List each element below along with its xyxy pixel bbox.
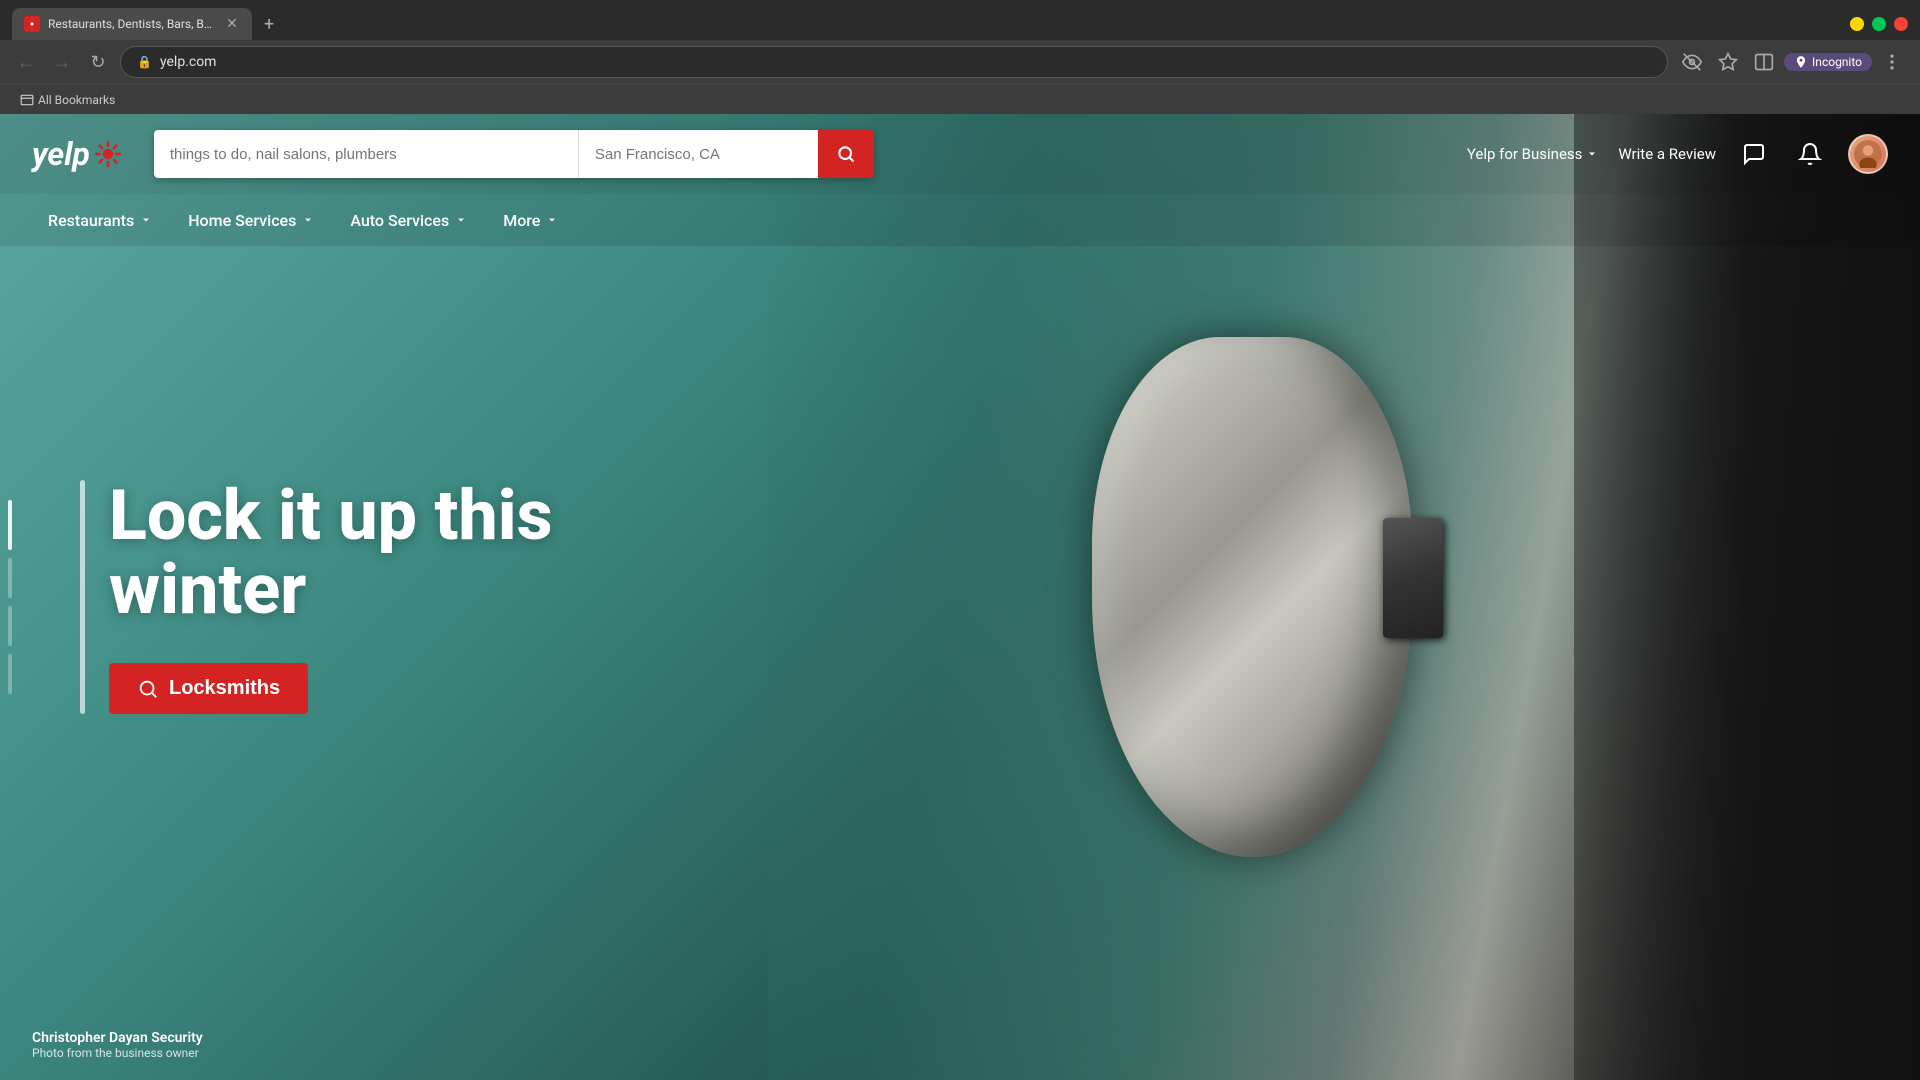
locksmiths-search-icon [137, 678, 159, 700]
messages-icon [1742, 142, 1766, 166]
slide-dot-1[interactable] [8, 500, 12, 550]
search-where-input[interactable] [578, 130, 818, 178]
user-avatar[interactable] [1848, 134, 1888, 174]
search-icon [836, 144, 856, 164]
tab-title: Restaurants, Dentists, Bars, Bea... [48, 17, 216, 31]
chevron-down-icon [1586, 148, 1598, 160]
home-services-chevron-icon [302, 214, 314, 226]
browser-toolbar: ← → ↻ 🔒 yelp.com Incognito [0, 40, 1920, 84]
nav-auto-services-label: Auto Services [350, 211, 449, 230]
yelp-burst-icon [94, 140, 122, 168]
yelp-header: yelp [0, 114, 1920, 194]
avatar-image [1854, 140, 1882, 168]
browser-tab-active[interactable]: Restaurants, Dentists, Bars, Bea... ✕ [12, 8, 252, 40]
tab-bar: Restaurants, Dentists, Bars, Bea... ✕ + [12, 8, 1850, 40]
search-bar [154, 130, 874, 178]
more-chevron-icon [546, 214, 558, 226]
nav-item-more[interactable]: More [487, 203, 574, 238]
locksmiths-button[interactable]: Locksmiths [109, 663, 308, 714]
slide-dot-3[interactable] [8, 606, 12, 646]
split-view-icon[interactable] [1748, 46, 1780, 78]
header-actions: Yelp for Business Write a Review [1467, 134, 1888, 174]
menu-icon[interactable] [1876, 46, 1908, 78]
slide-indicators [8, 500, 12, 694]
bell-icon [1798, 142, 1822, 166]
notifications-icon-button[interactable] [1792, 136, 1828, 172]
slide-dot-2[interactable] [8, 558, 12, 598]
nav-home-services-label: Home Services [188, 211, 296, 230]
window-controls [1850, 17, 1908, 31]
bookmarks-all-item[interactable]: All Bookmarks [12, 91, 123, 109]
yelp-nav: Restaurants Home Services Auto Services … [0, 194, 1920, 246]
eye-icon[interactable] [1676, 46, 1708, 78]
url-text: yelp.com [160, 54, 217, 70]
yelp-page: yelp [0, 114, 1920, 1080]
restaurants-chevron-icon [140, 214, 152, 226]
photo-credit-name: Christopher Dayan Security [32, 1030, 203, 1046]
toolbar-actions: Incognito [1676, 46, 1908, 78]
incognito-badge: Incognito [1784, 53, 1872, 71]
browser-chrome: Restaurants, Dentists, Bars, Bea... ✕ + … [0, 0, 1920, 114]
hero-accent-bar [80, 480, 85, 714]
address-bar[interactable]: 🔒 yelp.com [120, 46, 1668, 78]
close-button[interactable] [1894, 17, 1908, 31]
lock-visual [768, 114, 1920, 1080]
back-button[interactable]: ← [12, 48, 40, 76]
search-what-input[interactable] [154, 130, 578, 178]
slide-dot-4[interactable] [8, 654, 12, 694]
photo-credit-desc: Photo from the business owner [32, 1046, 203, 1060]
maximize-button[interactable] [1872, 17, 1886, 31]
write-review-link[interactable]: Write a Review [1618, 145, 1716, 163]
search-button[interactable] [818, 130, 874, 178]
tab-favicon [24, 16, 40, 32]
nav-item-restaurants[interactable]: Restaurants [32, 203, 168, 238]
star-icon[interactable] [1712, 46, 1744, 78]
nav-more-label: More [503, 211, 540, 230]
bookmarks-label: All Bookmarks [38, 93, 115, 107]
incognito-label: Incognito [1812, 55, 1862, 69]
nav-item-home-services[interactable]: Home Services [172, 203, 330, 238]
yelp-logo-text: yelp [32, 135, 90, 173]
auto-services-chevron-icon [455, 214, 467, 226]
new-tab-button[interactable]: + [256, 10, 282, 39]
minimize-button[interactable] [1850, 17, 1864, 31]
nav-restaurants-label: Restaurants [48, 211, 134, 230]
title-bar: Restaurants, Dentists, Bars, Bea... ✕ + [0, 0, 1920, 40]
yelp-for-business-link[interactable]: Yelp for Business [1467, 145, 1599, 163]
hero-content: Lock it up this winter Locksmiths [80, 480, 553, 714]
yelp-logo[interactable]: yelp [32, 135, 122, 173]
security-lock-icon: 🔒 [137, 55, 152, 69]
messages-icon-button[interactable] [1736, 136, 1772, 172]
photo-credit: Christopher Dayan Security Photo from th… [32, 1030, 203, 1060]
reload-button[interactable]: ↻ [84, 48, 112, 76]
bookmarks-bar: All Bookmarks [0, 84, 1920, 114]
forward-button[interactable]: → [48, 48, 76, 76]
hero-title: Lock it up this winter [109, 480, 553, 627]
yelp-for-business-text: Yelp for Business [1467, 145, 1583, 163]
nav-item-auto-services[interactable]: Auto Services [334, 203, 483, 238]
tab-close-button[interactable]: ✕ [224, 16, 240, 32]
